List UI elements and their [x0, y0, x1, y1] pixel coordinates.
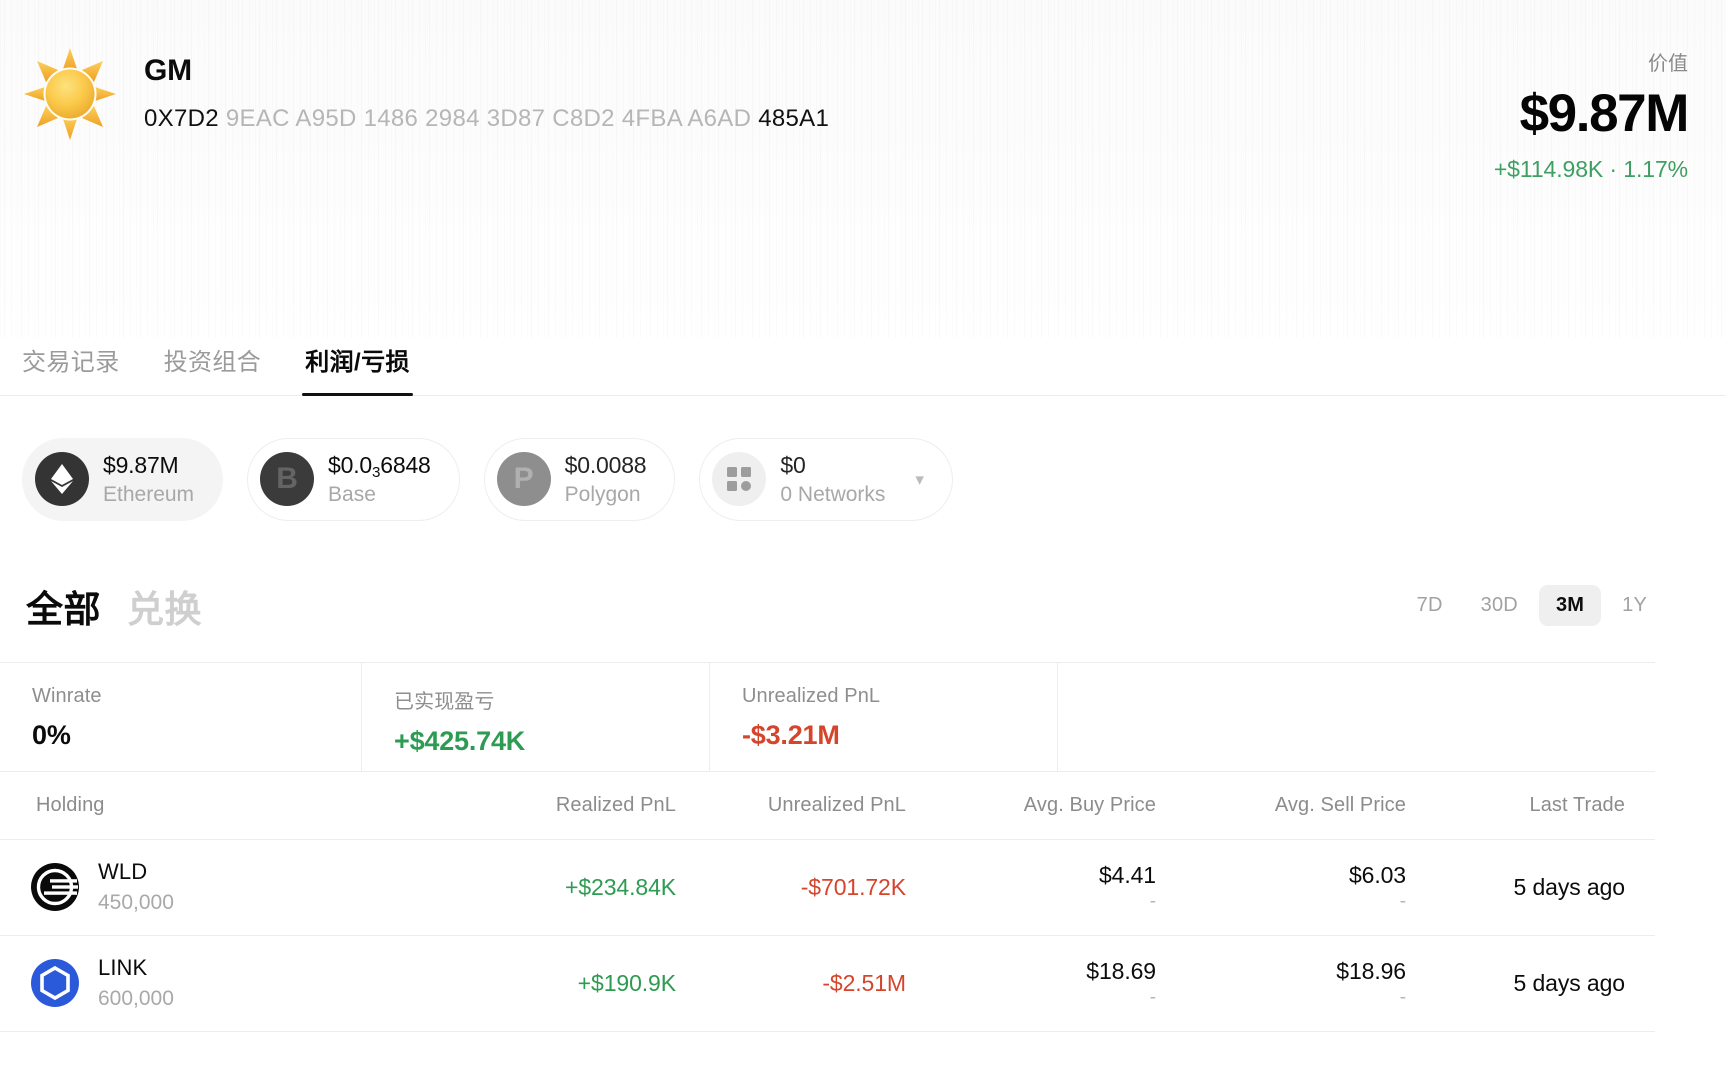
address-middle: 9EAC A95D 1486 2984 3D87 C8D2 4FBA A6AD [226, 105, 751, 132]
network-chip-more-networks[interactable]: $0 0 Networks ▾ [699, 438, 953, 521]
address-prefix: 0X7D2 [144, 105, 219, 132]
cell-avg-sell-price: $18.96- [1180, 958, 1430, 1009]
stat-unrealized-value: -$3.21M [742, 720, 1057, 751]
stat-winrate-value: 0% [32, 720, 361, 751]
stat-realized-value: +$425.74K [394, 726, 709, 757]
column-header-avg-sell-price: Avg. Sell Price [1180, 794, 1430, 817]
chip-name-ethereum: Ethereum [103, 482, 194, 508]
token-amount: 450,000 [98, 890, 174, 916]
time-range-group: 7D 30D 3M 1Y [1400, 585, 1664, 626]
chainlink-icon [30, 958, 80, 1008]
cell-unrealized-pnl: -$701.72K [700, 874, 930, 901]
value-amount: $9.87M [1494, 82, 1688, 147]
range-7d[interactable]: 7D [1400, 585, 1460, 626]
network-chip-list: $9.87M Ethereum B $0.036848 Base P $0.00… [0, 396, 1726, 521]
grid-squares-icon [726, 466, 752, 492]
profile-header: GM 0X7D2 9EAC A95D 1486 2984 3D87 C8D2 4… [0, 0, 1726, 338]
cell-avg-buy-price: $18.69- [930, 958, 1180, 1009]
cell-avg-buy-price: $4.41- [930, 862, 1180, 913]
filter-swap[interactable]: 兑换 [127, 579, 202, 633]
holding-cell: LINK 600,000 [0, 954, 470, 1012]
chip-value-more: $0 [780, 451, 885, 479]
stat-unrealized-label: Unrealized PnL [742, 685, 1057, 708]
table-row[interactable]: WLD 450,000 +$234.84K -$701.72K $4.41- $… [0, 840, 1655, 936]
stat-realized-pnl: 已实现盈亏 +$425.74K [362, 663, 710, 771]
column-header-unrealized-pnl: Unrealized PnL [700, 794, 930, 817]
column-header-avg-buy-price: Avg. Buy Price [930, 794, 1180, 817]
base-icon: B [260, 452, 314, 506]
tab-portfolio[interactable]: 投资组合 [164, 342, 262, 395]
value-label: 价值 [1494, 52, 1688, 76]
network-chip-ethereum[interactable]: $9.87M Ethereum [22, 438, 223, 521]
wallet-name: GM [144, 54, 829, 87]
stat-winrate-label: Winrate [32, 685, 361, 708]
sun-emoji-icon [18, 42, 122, 146]
worldcoin-icon [30, 862, 80, 912]
range-30d[interactable]: 30D [1464, 585, 1535, 626]
range-3m[interactable]: 3M [1539, 585, 1601, 626]
column-header-realized-pnl: Realized PnL [470, 794, 700, 817]
token-symbol: LINK [98, 954, 174, 982]
column-header-last-trade: Last Trade [1430, 794, 1655, 817]
filter-and-range-row: 全部 兑换 7D 30D 3M 1Y [0, 521, 1726, 633]
chip-value-base: $0.036848 [328, 451, 431, 479]
table-row[interactable]: LINK 600,000 +$190.9K -$2.51M $18.69- $1… [0, 936, 1655, 1032]
stat-unrealized-pnl: Unrealized PnL -$3.21M [710, 663, 1058, 771]
network-chip-base[interactable]: B $0.036848 Base [247, 438, 460, 521]
ethereum-diamond-icon [49, 463, 75, 495]
section-tabs: 交易记录 投资组合 利润/亏损 [0, 338, 1726, 396]
tab-profit-loss[interactable]: 利润/亏损 [305, 342, 410, 395]
filter-all[interactable]: 全部 [26, 579, 101, 633]
value-change: +$114.98K · 1.17% [1494, 156, 1688, 183]
chip-name-base: Base [328, 482, 431, 508]
ethereum-icon [35, 452, 89, 506]
tab-transactions[interactable]: 交易记录 [22, 342, 120, 395]
cell-realized-pnl: +$190.9K [470, 970, 700, 997]
chip-name-polygon: Polygon [565, 482, 647, 508]
stat-realized-label: 已实现盈亏 [394, 685, 709, 714]
table-header-row: Holding Realized PnL Unrealized PnL Avg.… [0, 772, 1655, 840]
profile-identity-block: GM 0X7D2 9EAC A95D 1486 2984 3D87 C8D2 4… [18, 42, 829, 146]
cell-last-trade: 5 days ago [1430, 874, 1655, 901]
holdings-table: Holding Realized PnL Unrealized PnL Avg.… [0, 772, 1655, 1032]
chainlink-logo-icon [30, 958, 80, 1008]
stat-empty [1058, 663, 1655, 771]
worldcoin-logo-icon [30, 862, 80, 912]
cell-realized-pnl: +$234.84K [470, 874, 700, 901]
avatar [18, 42, 122, 146]
token-symbol: WLD [98, 858, 174, 886]
token-amount: 600,000 [98, 986, 174, 1012]
wallet-address[interactable]: 0X7D2 9EAC A95D 1486 2984 3D87 C8D2 4FBA… [144, 105, 829, 133]
address-suffix: 485A1 [758, 105, 829, 132]
polygon-icon: P [497, 452, 551, 506]
type-filter-group: 全部 兑换 [26, 579, 202, 633]
identity-text: GM 0X7D2 9EAC A95D 1486 2984 3D87 C8D2 4… [144, 42, 829, 133]
portfolio-value-block: 价值 $9.87M +$114.98K · 1.17% [1494, 52, 1688, 183]
stat-winrate: Winrate 0% [0, 663, 362, 771]
cell-last-trade: 5 days ago [1430, 970, 1655, 997]
chip-name-more: 0 Networks [780, 482, 885, 508]
holding-cell: WLD 450,000 [0, 858, 470, 916]
network-chip-polygon[interactable]: P $0.0088 Polygon [484, 438, 676, 521]
column-header-holding: Holding [0, 794, 470, 817]
range-1y[interactable]: 1Y [1605, 585, 1664, 626]
chip-value-polygon: $0.0088 [565, 451, 647, 479]
chevron-down-icon[interactable]: ▾ [915, 471, 924, 488]
cell-unrealized-pnl: -$2.51M [700, 970, 930, 997]
grid-icon [712, 452, 766, 506]
pnl-summary-stats: Winrate 0% 已实现盈亏 +$425.74K Unrealized Pn… [0, 662, 1655, 772]
chip-value-ethereum: $9.87M [103, 451, 194, 479]
cell-avg-sell-price: $6.03- [1180, 862, 1430, 913]
